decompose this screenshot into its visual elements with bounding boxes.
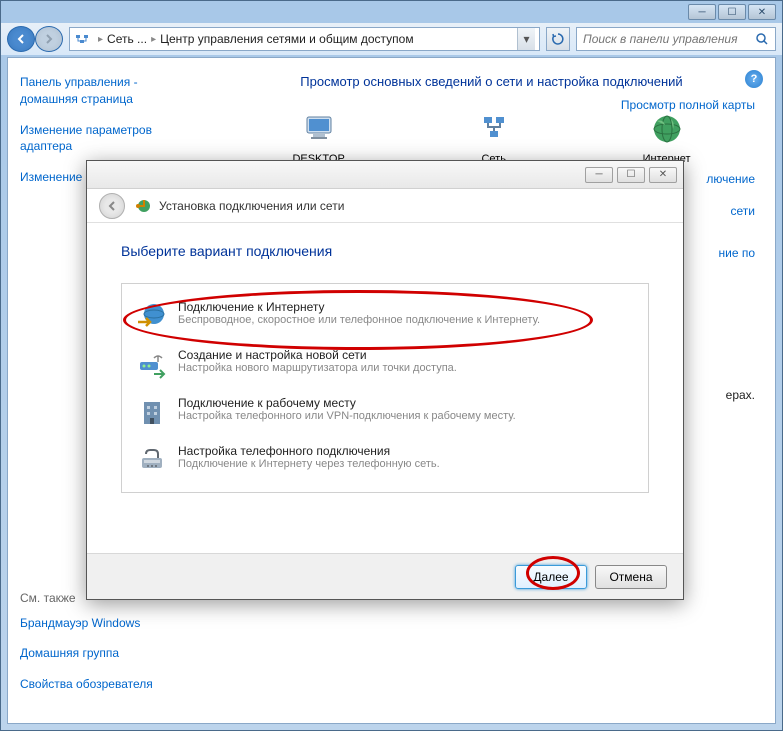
sidebar-link-internet-options[interactable]: Свойства обозревателя	[20, 676, 153, 693]
wizard-titlebar: ─ ☐ ✕	[87, 161, 683, 189]
close-button[interactable]: ✕	[748, 4, 776, 20]
option-workplace[interactable]: Подключение к рабочему месту Настройка т…	[126, 388, 644, 436]
option-connect-internet[interactable]: Подключение к Интернету Беспроводное, ск…	[126, 292, 644, 340]
globe-arrow-icon	[136, 300, 168, 332]
network-center-icon	[74, 31, 90, 47]
option-title: Подключение к рабочему месту	[178, 396, 516, 410]
chevron-right-icon: ▸	[98, 34, 103, 45]
search-box[interactable]	[576, 27, 776, 51]
network-icon	[474, 109, 514, 149]
main-heading: Просмотр основных сведений о сети и наст…	[228, 74, 755, 89]
option-desc: Настройка нового маршрутизатора или точк…	[178, 362, 457, 374]
wizard-header: Установка подключения или сети	[87, 189, 683, 223]
nav-back-button[interactable]	[7, 26, 35, 52]
minimize-button[interactable]: ─	[688, 4, 716, 20]
next-button[interactable]: Далее	[515, 565, 587, 589]
connection-options-list: Подключение к Интернету Беспроводное, ск…	[121, 283, 649, 493]
wizard-footer: Далее Отмена	[87, 553, 683, 599]
cancel-button[interactable]: Отмена	[595, 565, 667, 589]
breadcrumb[interactable]: ▸ Сеть ... ▸ Центр управления сетями и о…	[69, 27, 540, 51]
node-network[interactable]: Сеть	[474, 109, 514, 165]
wizard-back-button[interactable]	[99, 193, 125, 219]
node-internet[interactable]: Интернет	[643, 109, 691, 165]
wizard-close-button[interactable]: ✕	[649, 167, 677, 183]
desktop-icon	[299, 109, 339, 149]
wizard-title: Установка подключения или сети	[159, 199, 344, 213]
option-title: Создание и настройка новой сети	[178, 348, 457, 362]
refresh-button[interactable]	[546, 27, 570, 51]
wizard-minimize-button[interactable]: ─	[585, 167, 613, 183]
nav-forward-button[interactable]	[35, 26, 63, 52]
router-setup-icon	[136, 348, 168, 380]
option-desc: Беспроводное, скоростное или телефонное …	[178, 314, 540, 326]
option-desc: Настройка телефонного или VPN-подключени…	[178, 410, 516, 422]
breadcrumb-dropdown-button[interactable]: ▾	[517, 28, 535, 50]
sidebar-link-firewall[interactable]: Брандмауэр Windows	[20, 615, 153, 632]
wizard-heading: Выберите вариант подключения	[121, 243, 649, 259]
phone-modem-icon	[136, 444, 168, 476]
chevron-right-icon: ▸	[151, 34, 156, 45]
wizard-body: Выберите вариант подключения Подключение…	[87, 223, 683, 553]
internet-icon	[647, 109, 687, 149]
option-title: Подключение к Интернету	[178, 300, 540, 314]
address-bar: ▸ Сеть ... ▸ Центр управления сетями и о…	[1, 23, 782, 55]
option-desc: Подключение к Интернету через телефонную…	[178, 458, 440, 470]
breadcrumb-network[interactable]: Сеть ...	[107, 32, 147, 46]
help-icon[interactable]: ?	[745, 70, 763, 88]
maximize-button[interactable]: ☐	[718, 4, 746, 20]
sidebar-link-adapter[interactable]: Изменение параметров адаптера	[20, 122, 196, 156]
wizard-maximize-button[interactable]: ☐	[617, 167, 645, 183]
building-icon	[136, 396, 168, 428]
option-dialup[interactable]: Настройка телефонного подключения Подклю…	[126, 436, 644, 484]
network-map: DESKTOP Сеть Интернет	[228, 109, 755, 165]
setup-connection-wizard: ─ ☐ ✕ Установка подключения или сети Выб…	[86, 160, 684, 600]
sidebar-link-home[interactable]: Панель управления - домашняя страница	[20, 74, 196, 108]
sidebar-link-homegroup[interactable]: Домашняя группа	[20, 645, 153, 662]
search-input[interactable]	[583, 32, 755, 46]
node-desktop[interactable]: DESKTOP	[292, 109, 344, 165]
window-titlebar: ─ ☐ ✕	[1, 1, 782, 23]
option-new-network[interactable]: Создание и настройка новой сети Настройк…	[126, 340, 644, 388]
wizard-icon	[135, 197, 153, 215]
breadcrumb-current[interactable]: Центр управления сетями и общим доступом	[160, 32, 414, 46]
search-icon	[755, 32, 769, 46]
option-title: Настройка телефонного подключения	[178, 444, 440, 458]
